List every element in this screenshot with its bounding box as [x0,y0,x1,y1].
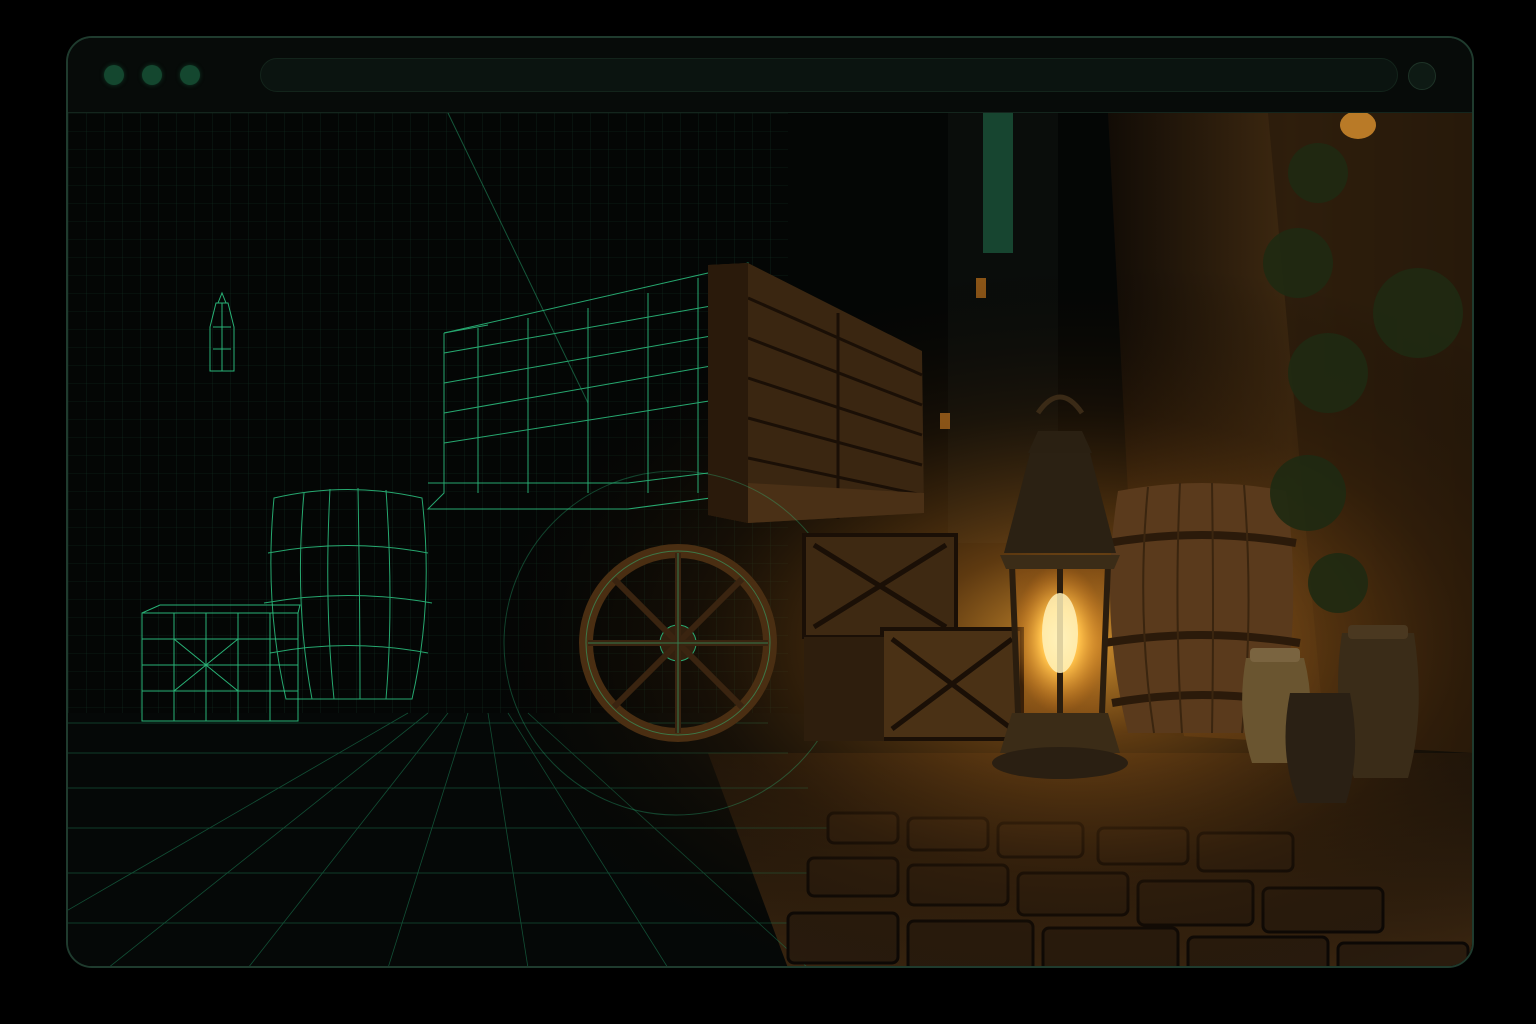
title-bar [68,38,1472,113]
alley-scene-image [68,113,1472,966]
scene-viewport [68,113,1472,966]
minimize-window-dot[interactable] [142,65,162,85]
maximize-window-dot[interactable] [180,65,200,85]
browser-window [66,36,1474,968]
menu-icon[interactable] [1408,62,1436,90]
close-window-dot[interactable] [104,65,124,85]
address-bar[interactable] [260,58,1398,92]
